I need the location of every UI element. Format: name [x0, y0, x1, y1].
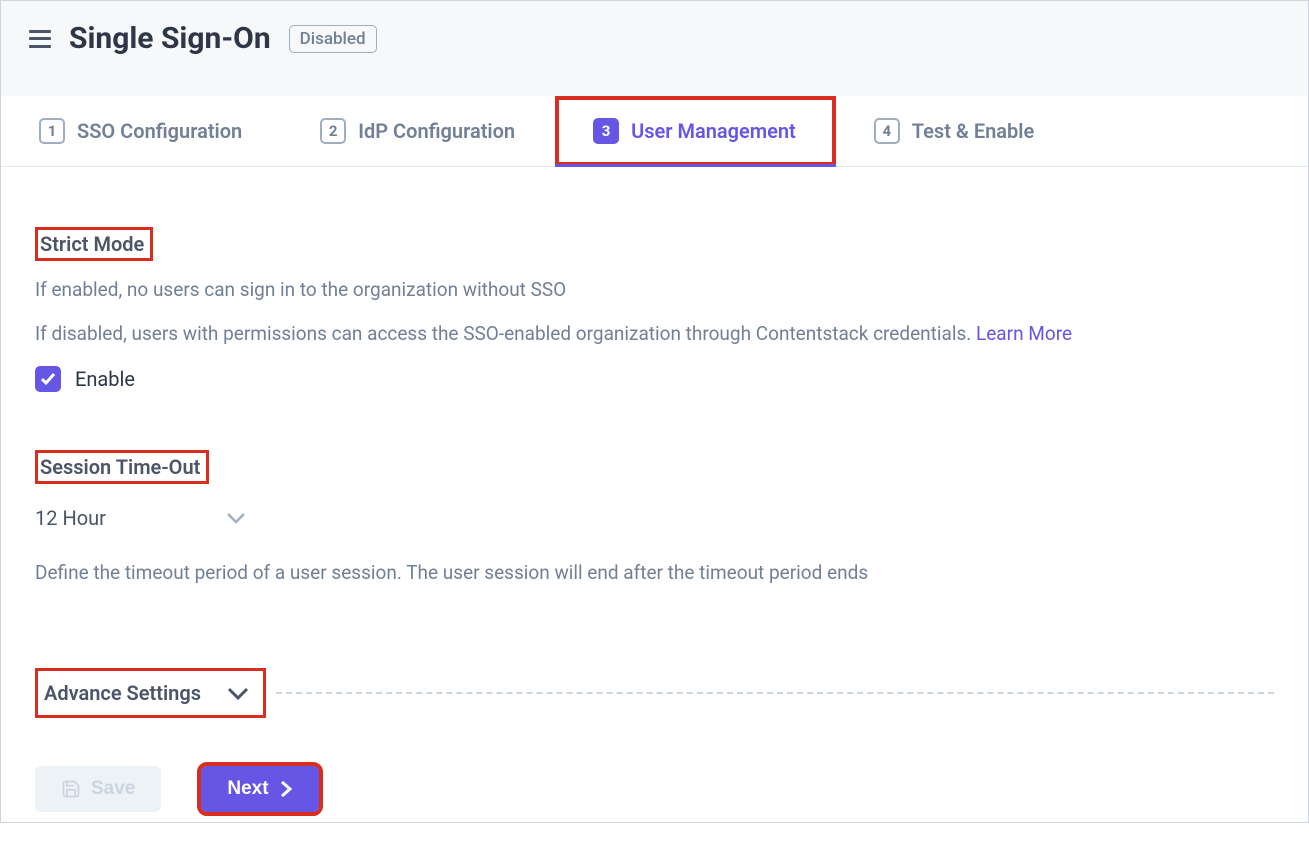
tab-number: 3: [593, 118, 619, 144]
enable-checkbox-label: Enable: [75, 367, 135, 391]
tab-label: SSO Configuration: [77, 119, 242, 143]
strict-mode-heading: Strict Mode: [40, 232, 144, 256]
advance-settings-toggle[interactable]: Advance Settings: [35, 668, 266, 718]
tab-number: 2: [320, 118, 346, 144]
chevron-down-icon: [226, 512, 246, 524]
tabs: 1 SSO Configuration 2 IdP Configuration …: [1, 96, 1308, 167]
highlight-box: Session Time-Out: [35, 450, 209, 484]
tab-number: 4: [874, 118, 900, 144]
learn-more-link[interactable]: Learn More: [976, 322, 1072, 345]
page-title: Single Sign-On: [69, 21, 271, 56]
tab-label: IdP Configuration: [358, 119, 515, 143]
save-icon: [61, 779, 81, 799]
action-bar: Save Next: [35, 766, 1274, 812]
tab-sso-configuration[interactable]: 1 SSO Configuration: [1, 96, 282, 166]
tab-test-enable[interactable]: 4 Test & Enable: [836, 96, 1074, 166]
status-badge: Disabled: [289, 25, 377, 53]
tab-user-management[interactable]: 3 User Management: [555, 96, 836, 166]
tab-number: 1: [39, 118, 65, 144]
enable-checkbox[interactable]: [35, 366, 61, 392]
session-timeout-desc: Define the timeout period of a user sess…: [35, 558, 1274, 588]
tab-idp-configuration[interactable]: 2 IdP Configuration: [282, 96, 555, 166]
strict-mode-desc-2: If disabled, users with permissions can …: [35, 319, 1274, 349]
chevron-down-icon: [227, 687, 249, 700]
session-timeout-section: Session Time-Out 12 Hour Define the time…: [35, 450, 1274, 588]
enable-checkbox-row: Enable: [35, 366, 1274, 392]
advance-settings-label: Advance Settings: [44, 681, 201, 705]
next-button[interactable]: Next: [201, 766, 318, 812]
save-button-label: Save: [91, 778, 135, 800]
session-timeout-heading: Session Time-Out: [40, 455, 200, 479]
next-button-label: Next: [227, 778, 268, 800]
tab-label: Test & Enable: [912, 119, 1034, 143]
advance-settings-row: Advance Settings: [35, 668, 1274, 718]
page-header: Single Sign-On Disabled: [1, 1, 1308, 96]
tab-label: User Management: [631, 119, 796, 143]
save-button: Save: [35, 766, 161, 812]
content-area: Strict Mode If enabled, no users can sig…: [1, 167, 1308, 842]
strict-mode-section: Strict Mode If enabled, no users can sig…: [35, 227, 1274, 392]
chevron-right-icon: [279, 780, 293, 798]
menu-icon[interactable]: [29, 30, 51, 48]
strict-mode-desc-2-text: If disabled, users with permissions can …: [35, 322, 976, 345]
session-timeout-value: 12 Hour: [35, 506, 106, 530]
divider: [276, 692, 1274, 694]
session-timeout-select[interactable]: 12 Hour: [35, 506, 1274, 530]
strict-mode-desc-1: If enabled, no users can sign in to the …: [35, 275, 1274, 305]
highlight-box: Strict Mode: [35, 227, 153, 261]
